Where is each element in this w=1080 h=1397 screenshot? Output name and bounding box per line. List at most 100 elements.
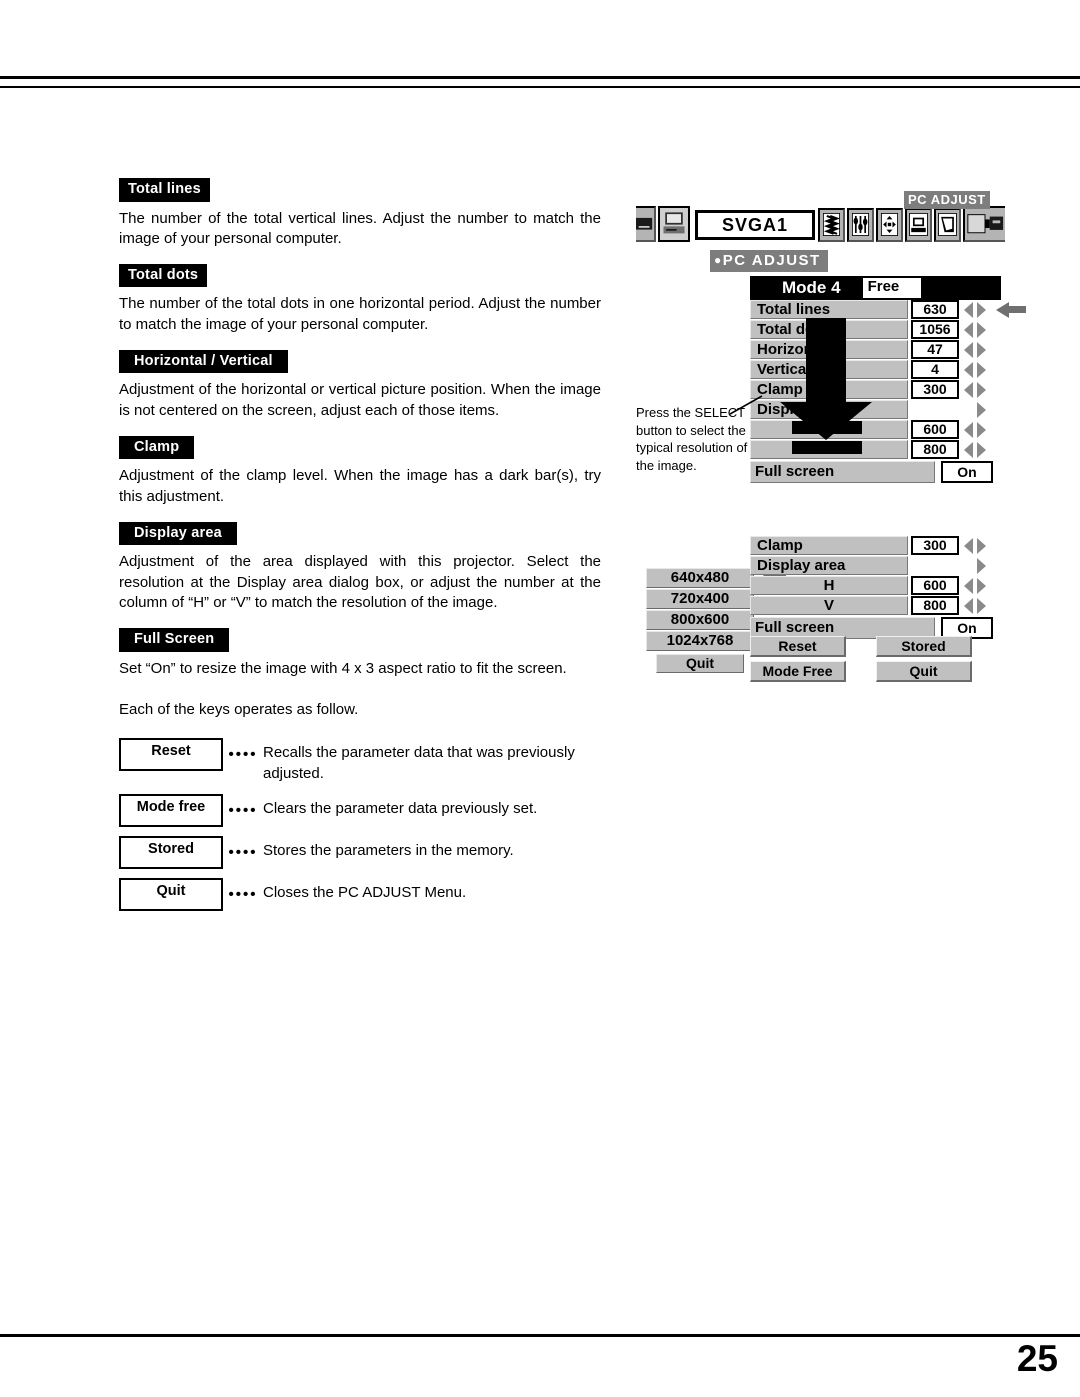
section-heading: Total lines [119, 178, 210, 202]
mode-free-button[interactable]: Mode Free [750, 661, 846, 682]
video-source-icon[interactable] [636, 206, 656, 242]
osd-illustration: SVGA1 PC ADJUST ●PC ADJUST Press the SEL… [636, 190, 1026, 696]
row-full-screen[interactable]: Full screen On [750, 461, 1016, 483]
button-row: Mode Free Quit [750, 661, 1016, 682]
screen-icon[interactable] [934, 208, 961, 242]
spinner-left-right-icon[interactable] [963, 320, 987, 339]
resolution-option-720x400[interactable]: 720x400 [646, 589, 754, 609]
row-display-area[interactable]: Display area [750, 556, 1016, 575]
tuning-sliders-glyph [851, 212, 870, 236]
key-description: Stores the parameters in the memory. [263, 841, 514, 859]
osd-menubar: SVGA1 PC ADJUST [636, 190, 1007, 242]
spinner-left-right-icon[interactable] [963, 340, 987, 359]
row-total-lines[interactable]: Total lines 630 [750, 300, 1026, 319]
row-value[interactable]: 300 [911, 380, 959, 399]
section-heading: Horizontal / Vertical [119, 349, 288, 374]
leader-dots: •••• [228, 843, 258, 861]
row-label: V [750, 596, 908, 615]
spinner-left-right-icon[interactable] [963, 576, 987, 595]
spinner-left-right-icon[interactable] [963, 440, 987, 459]
spinner-right-icon[interactable] [963, 400, 987, 419]
section-heading: Clamp [119, 435, 195, 460]
reset-button[interactable]: Reset [750, 636, 846, 657]
computer-source-icon[interactable] [658, 206, 690, 242]
bullet-icon: ● [714, 253, 723, 267]
section-body: Adjustment of the horizontal or vertical… [119, 381, 601, 419]
pc-adjust-dialog-secondary: Clamp 300 Display area H 600 V 800 Full … [750, 536, 1016, 682]
resolution-list-quit-button[interactable]: Quit [656, 654, 744, 673]
key-description: Closes the PC ADJUST Menu. [263, 883, 467, 901]
mode-free-button[interactable]: Mode free [119, 793, 223, 827]
menu-title-text: PC ADJUST [722, 252, 821, 269]
section-body: Set “On” to resize the image with 4 x 3 … [119, 659, 567, 677]
row-label: Total lines [750, 300, 908, 319]
spinner-left-right-icon[interactable] [963, 380, 987, 399]
section-heading: Total dots [119, 263, 208, 288]
section-body: The number of the total dots in one hori… [119, 295, 601, 334]
reset-button[interactable]: Reset [119, 738, 223, 772]
row-value[interactable]: 300 [911, 536, 959, 555]
spinner-left-right-icon[interactable] [963, 420, 987, 439]
row-label: H [750, 576, 908, 595]
pc-adjust-glyph [909, 212, 928, 236]
section-heading: Display area [119, 521, 237, 545]
header-rule [0, 76, 1080, 88]
row-clamp[interactable]: Clamp 300 [750, 536, 1016, 555]
row-value[interactable]: 47 [911, 340, 959, 359]
spinner-left-right-icon[interactable] [963, 596, 987, 615]
row-display-h[interactable]: H 600 [750, 576, 1016, 595]
section-total-dots: Total dots The number of the total dots … [119, 263, 601, 336]
resolution-option-1024x768[interactable]: 1024x768 [646, 631, 754, 651]
menu-title: ●PC ADJUST [710, 250, 828, 272]
quit-button[interactable]: Quit [119, 877, 223, 911]
row-value[interactable]: 1056 [911, 320, 959, 339]
leader-dots: •••• [228, 885, 258, 903]
resolution-option-640x480[interactable]: 640x480 [646, 568, 754, 588]
key-description: Clears the parameter data previously set… [263, 799, 538, 817]
row-value[interactable]: 600 [911, 420, 959, 439]
video-source-glyph [636, 217, 653, 230]
keys-intro: Each of the keys operates as follow. [119, 701, 359, 719]
stored-button[interactable]: Stored [119, 835, 223, 869]
key-row-stored: Stored •••• Stores the parameters in the… [119, 835, 601, 869]
content-column: Total lines The number of the total vert… [119, 178, 601, 920]
position-arrows-glyph [880, 212, 899, 236]
page-number: 25 [1016, 1338, 1058, 1379]
section-display-area: Display area Adjustment of the area disp… [119, 521, 601, 615]
spinner-left-right-icon[interactable] [963, 360, 987, 379]
position-arrows-icon[interactable] [876, 208, 903, 242]
redaction-bar [792, 441, 862, 454]
mode-label: Mode 4 [782, 278, 841, 297]
row-display-v[interactable]: V 800 [750, 440, 1016, 459]
fine-sync-icon[interactable] [818, 208, 845, 242]
tuning-sliders-icon[interactable] [847, 208, 874, 242]
pc-adjust-icon[interactable] [905, 208, 932, 242]
section-body: Adjustment of the area displayed with th… [119, 553, 601, 612]
section-body: The number of the total vertical lines. … [119, 209, 601, 248]
mode-state-field[interactable]: Free [862, 278, 922, 298]
row-value[interactable]: 4 [911, 360, 959, 379]
section-total-lines: Total lines The number of the total vert… [119, 178, 601, 250]
key-row-reset: Reset •••• Recalls the parameter data th… [119, 738, 601, 784]
row-display-v[interactable]: V 800 [750, 596, 1016, 615]
leader-dots: •••• [228, 746, 258, 764]
leader-dots: •••• [228, 801, 258, 819]
spinner-left-right-icon[interactable] [963, 536, 987, 555]
quit-button[interactable]: Quit [876, 661, 972, 682]
projector-glyph [967, 214, 1004, 234]
projector-icon[interactable] [963, 206, 1005, 242]
spinner-right-icon[interactable] [963, 556, 987, 575]
display-area-resolution-list: 640x480 720x400 800x600 1024x768 Quit [646, 568, 786, 673]
footer-rule [0, 1334, 1080, 1337]
row-value[interactable]: 800 [911, 440, 959, 459]
row-value[interactable]: 800 [911, 596, 959, 615]
screen-glyph [938, 212, 957, 236]
resolution-option-800x600[interactable]: 800x600 [646, 610, 754, 630]
spinner-left-right-icon[interactable] [963, 300, 987, 319]
row-value[interactable]: 600 [911, 576, 959, 595]
row-value[interactable]: On [941, 461, 993, 483]
row-label: Clamp [750, 536, 908, 555]
stored-button[interactable]: Stored [876, 636, 972, 657]
row-value[interactable]: 630 [911, 300, 959, 319]
pc-adjust-tooltip: PC ADJUST [904, 190, 990, 209]
